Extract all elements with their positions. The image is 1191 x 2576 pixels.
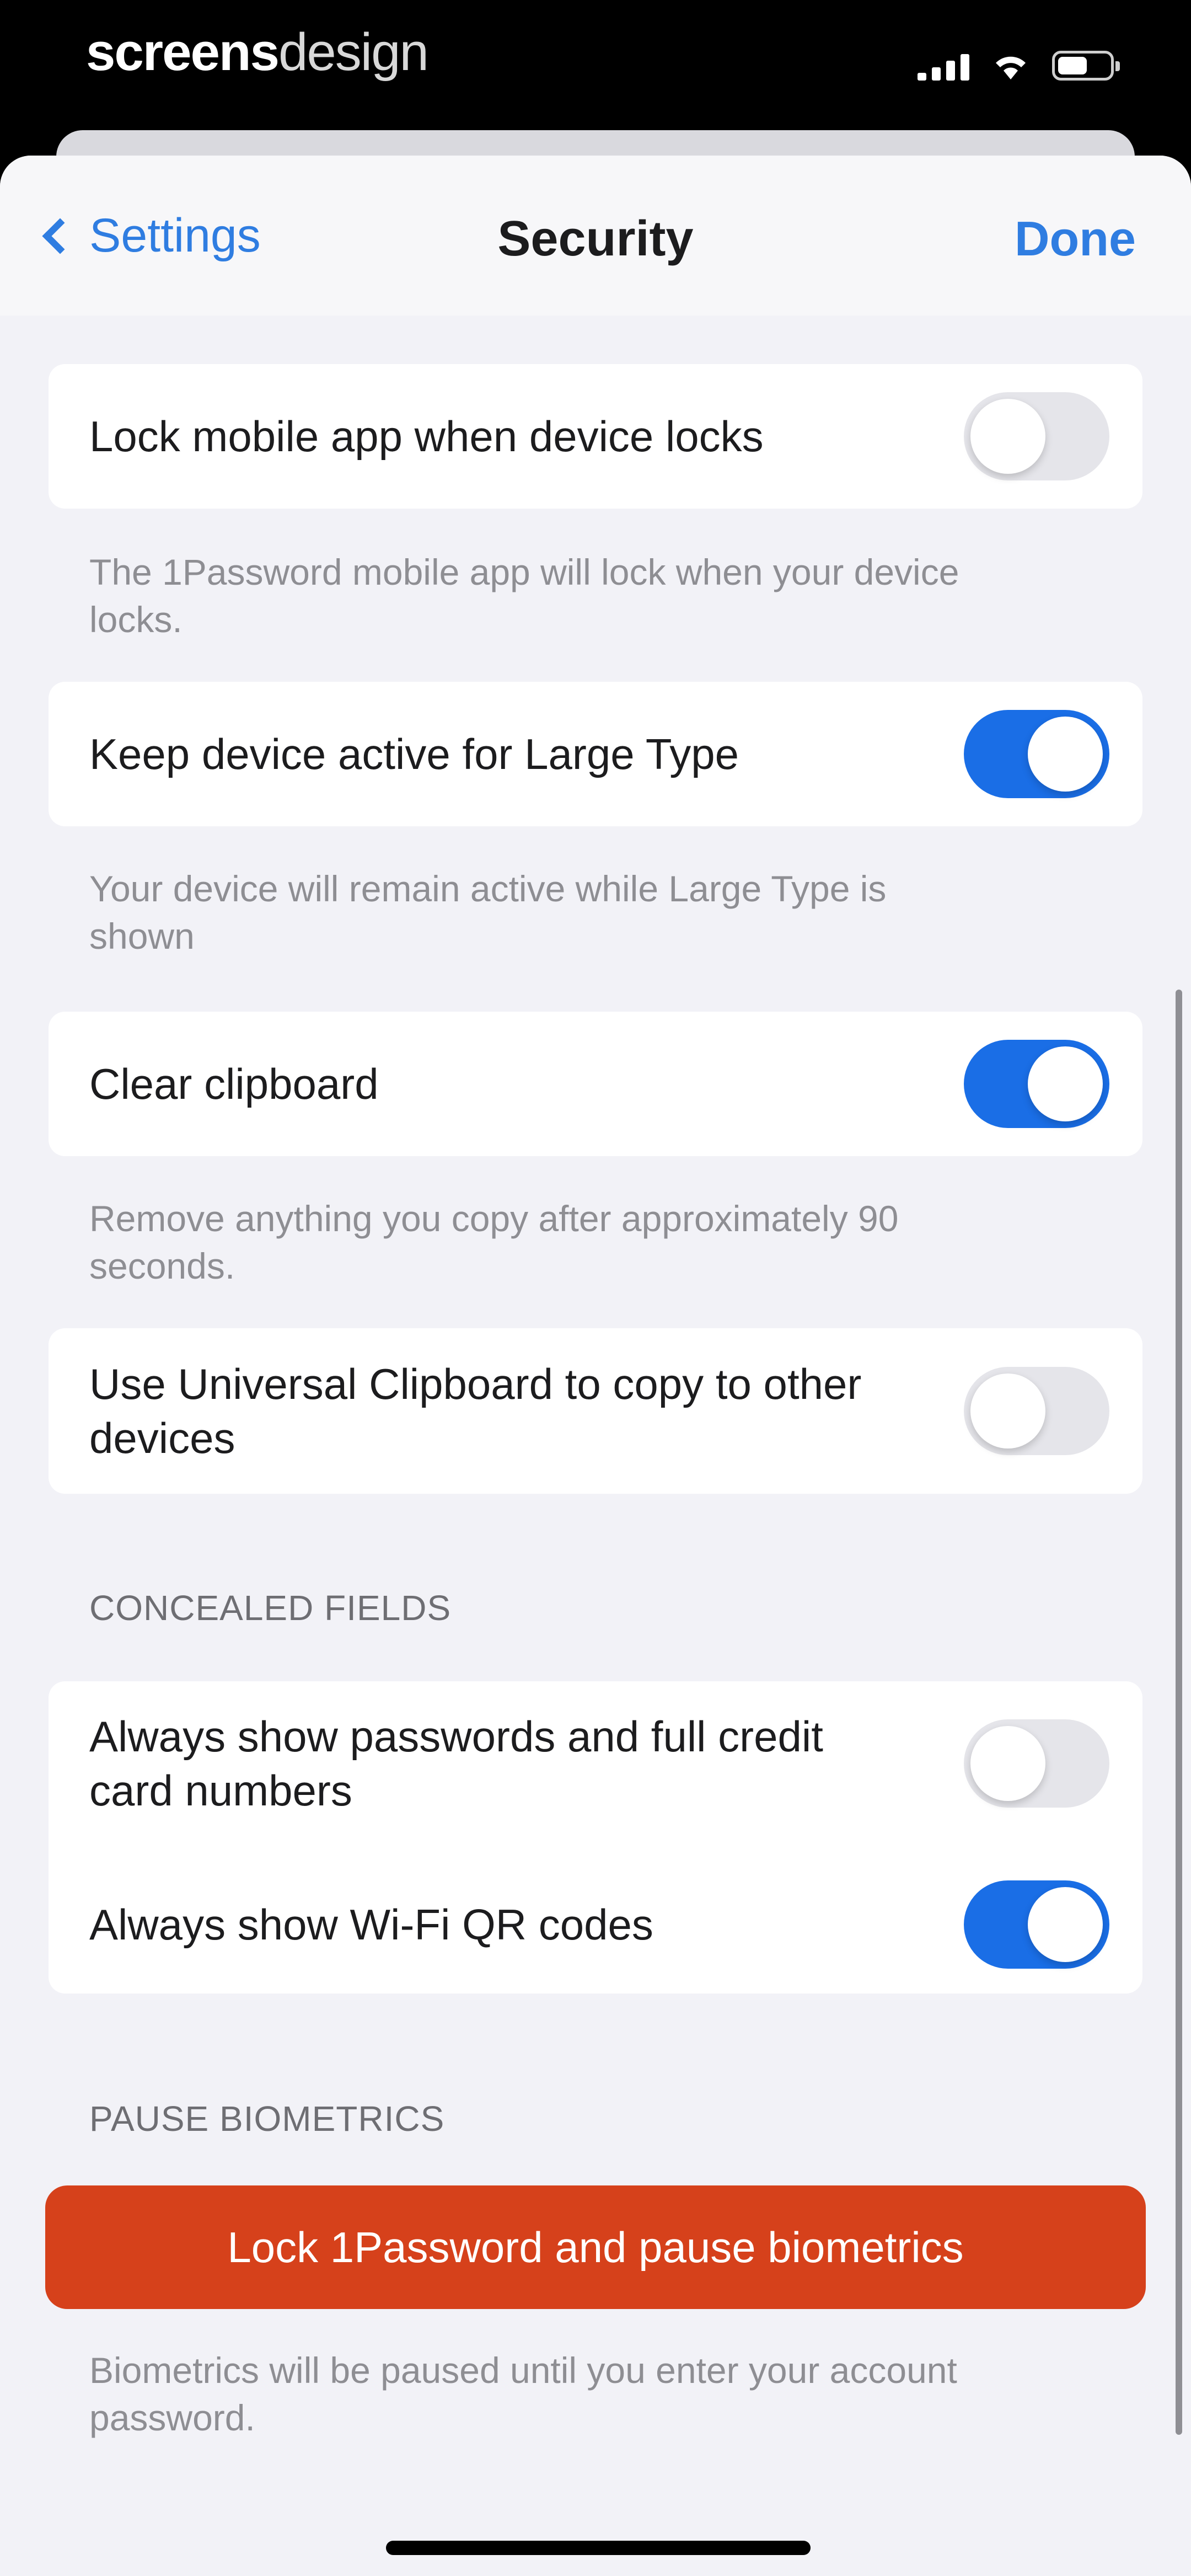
phone-screen: screensdesign Settings Security Done Loc…	[0, 0, 1191, 2576]
universal-clipboard-label: Use Universal Clipboard to copy to other…	[89, 1360, 862, 1462]
lock-and-pause-biometrics-button[interactable]: Lock 1Password and pause biometrics	[45, 2185, 1146, 2309]
pause-biometrics-header: PAUSE BIOMETRICS	[89, 2099, 445, 2139]
keep-active-large-type-footnote: Your device will remain active while Lar…	[89, 868, 887, 956]
concealed-fields-header: CONCEALED FIELDS	[89, 1588, 452, 1628]
clear-clipboard-toggle[interactable]	[964, 1040, 1109, 1128]
watermark-logo: screensdesign	[86, 23, 429, 82]
done-button[interactable]: Done	[1015, 211, 1136, 267]
scrollbar[interactable]	[1176, 990, 1182, 2435]
page-title: Security	[497, 211, 694, 266]
status-bar: screensdesign	[0, 0, 1191, 127]
always-show-passwords-toggle[interactable]	[964, 1719, 1109, 1808]
lock-on-device-lock-label: Lock mobile app when device locks	[89, 412, 764, 461]
battery-icon	[1052, 51, 1120, 81]
wifi-icon	[996, 56, 1026, 79]
keep-active-large-type-card: Keep device active for Large Type	[49, 682, 1142, 826]
clear-clipboard-footnote: Remove anything you copy after approxima…	[89, 1198, 899, 1286]
always-show-passwords-row[interactable]: Always show passwords and full credit ca…	[49, 1681, 1142, 1846]
universal-clipboard-row[interactable]: Use Universal Clipboard to copy to other…	[49, 1328, 1142, 1494]
clear-clipboard-row[interactable]: Clear clipboard	[49, 1012, 1142, 1156]
clear-clipboard-card: Clear clipboard	[49, 1012, 1142, 1156]
navigation-bar: Settings Security Done	[0, 156, 1191, 316]
security-settings-sheet: Settings Security Done Lock mobile app w…	[0, 156, 1191, 2576]
status-icons	[918, 51, 1120, 81]
signal-icon	[918, 53, 969, 81]
always-show-wifi-qr-label: Always show Wi-Fi QR codes	[89, 1900, 653, 1949]
clear-clipboard-label: Clear clipboard	[89, 1060, 379, 1108]
universal-clipboard-card: Use Universal Clipboard to copy to other…	[49, 1328, 1142, 1494]
always-show-wifi-qr-row[interactable]: Always show Wi-Fi QR codes	[49, 1856, 1142, 1994]
keep-active-large-type-toggle[interactable]	[964, 710, 1109, 798]
keep-active-large-type-row[interactable]: Keep device active for Large Type	[49, 682, 1142, 826]
lock-on-device-lock-toggle[interactable]	[964, 392, 1109, 480]
universal-clipboard-toggle[interactable]	[964, 1367, 1109, 1455]
home-indicator[interactable]	[386, 2541, 811, 2555]
concealed-fields-card: Always show passwords and full credit ca…	[49, 1681, 1142, 1994]
lock-on-device-lock-footnote: The 1Password mobile app will lock when …	[89, 552, 959, 640]
always-show-wifi-qr-toggle[interactable]	[964, 1880, 1109, 1969]
lock-on-device-lock-row[interactable]: Lock mobile app when device locks	[49, 364, 1142, 509]
pause-biometrics-footnote: Biometrics will be paused until you ente…	[89, 2350, 957, 2438]
lock-on-device-lock-card: Lock mobile app when device locks	[49, 364, 1142, 509]
always-show-passwords-label: Always show passwords and full credit ca…	[89, 1712, 823, 1815]
keep-active-large-type-label: Keep device active for Large Type	[89, 730, 739, 778]
